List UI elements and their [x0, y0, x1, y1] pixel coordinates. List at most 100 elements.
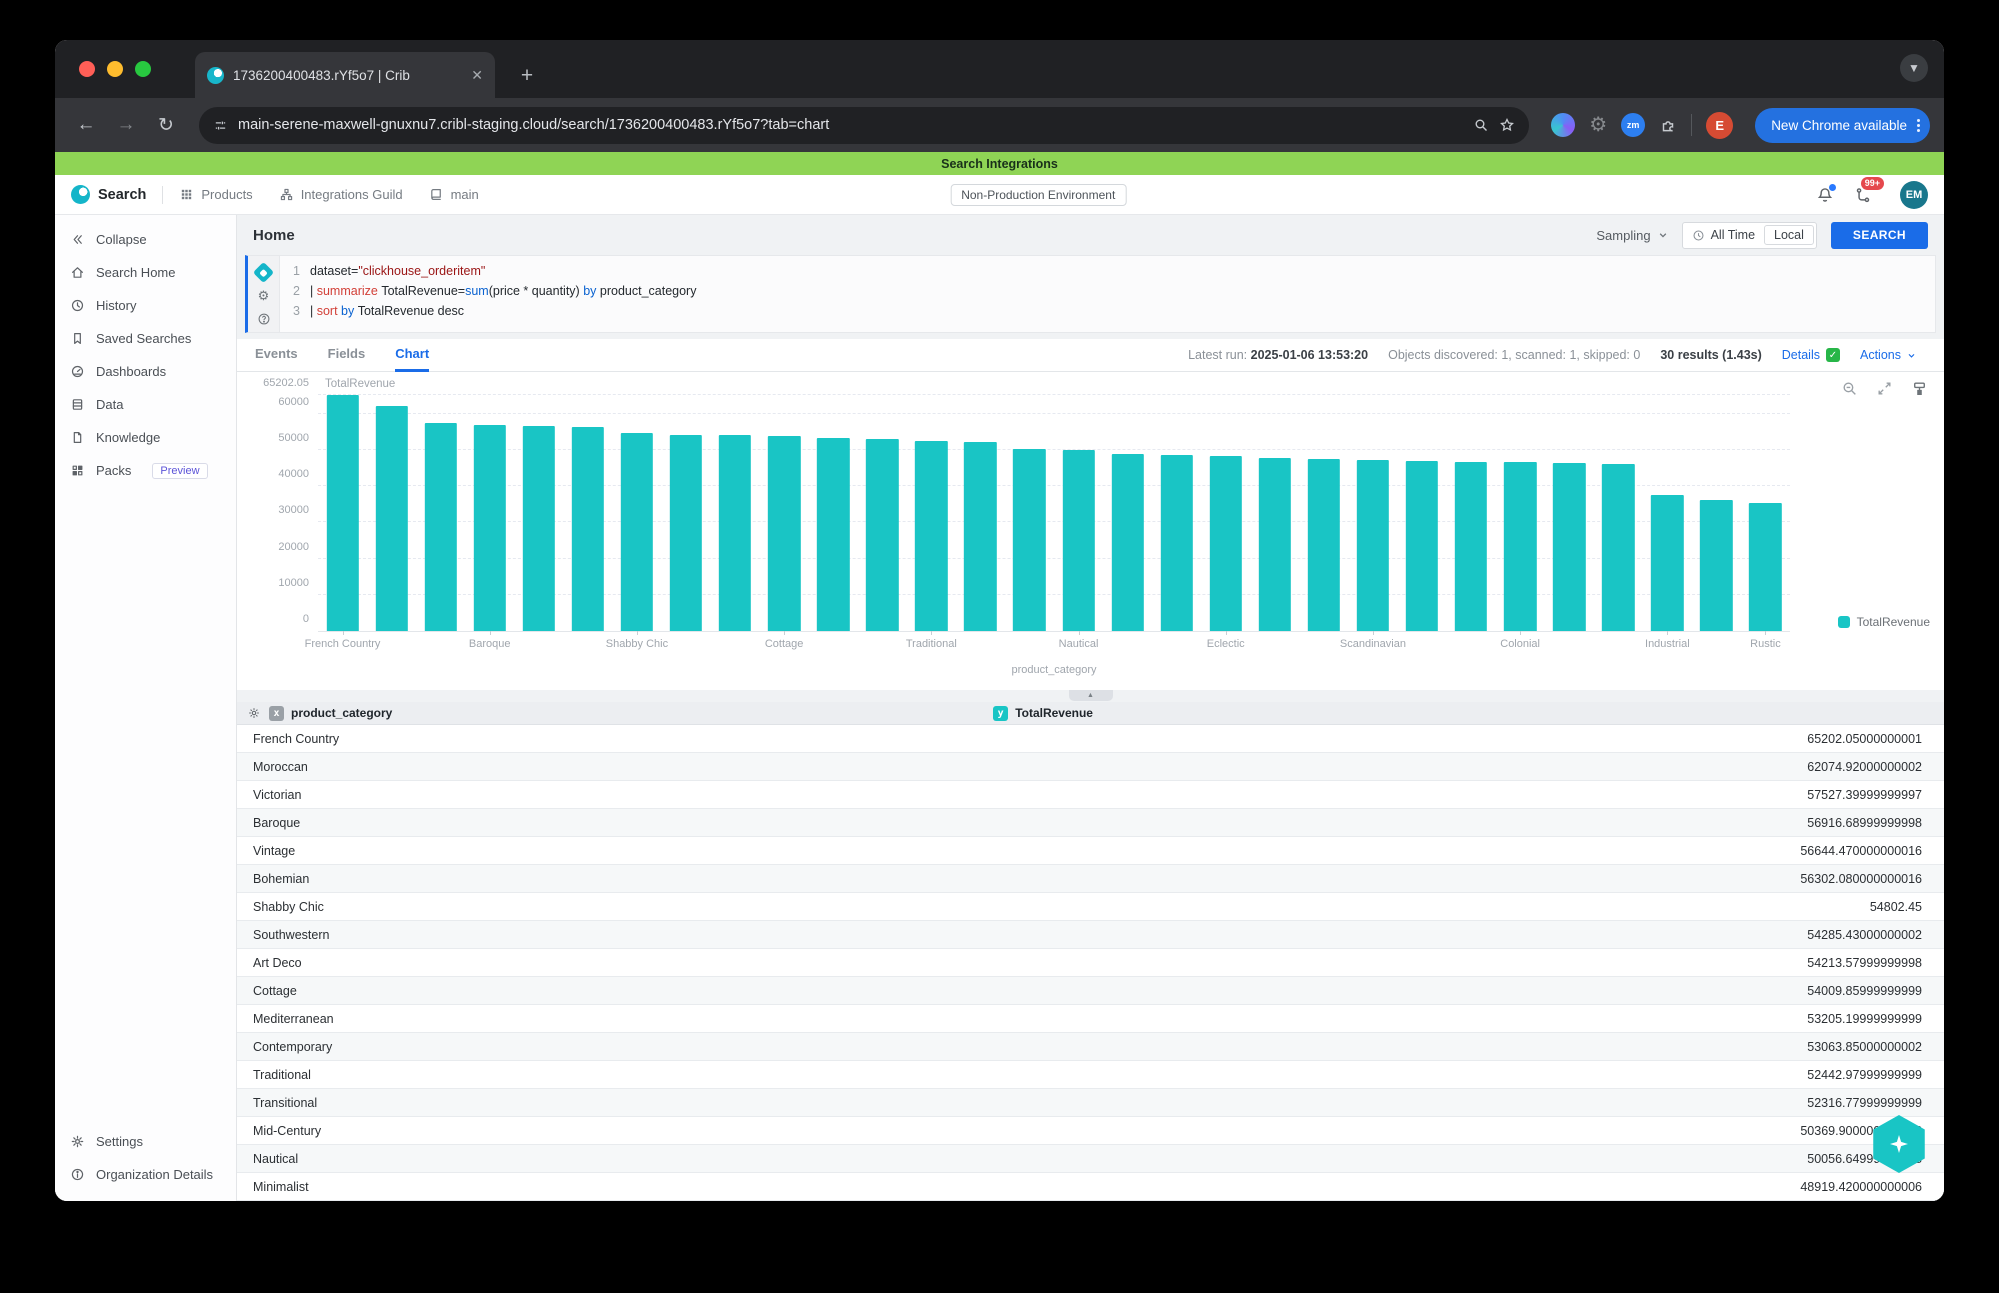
new-chrome-available-button[interactable]: New Chrome available [1755, 108, 1930, 143]
bar-shabby-chic[interactable] [621, 433, 653, 631]
sidebar-item-packs[interactable]: PacksPreview [55, 454, 236, 487]
bar-mediterranean[interactable] [817, 438, 849, 631]
bar-southwestern[interactable] [670, 435, 702, 631]
bar-category-26[interactable] [1553, 463, 1585, 631]
bar-art-deco[interactable] [719, 435, 751, 631]
sidebar-item-organization-details[interactable]: Organization Details [55, 1158, 236, 1191]
sidebar-item-history[interactable]: History [55, 289, 236, 322]
reload-button[interactable]: ↻ [149, 108, 183, 142]
code-line[interactable]: 3| sort by TotalRevenue desc [280, 301, 1935, 321]
bar-eclectic[interactable] [1210, 456, 1242, 631]
chrome-menu-kebab-icon[interactable] [1917, 119, 1920, 132]
table-row[interactable]: Traditional52442.97999999999 [237, 1061, 1944, 1089]
table-settings-gear-icon[interactable] [247, 706, 261, 720]
browser-profile-avatar[interactable]: E [1706, 112, 1733, 139]
table-row[interactable]: Mediterranean53205.19999999999 [237, 1005, 1944, 1033]
bar-transitional[interactable] [964, 442, 996, 631]
user-avatar[interactable]: EM [1900, 181, 1928, 209]
table-row[interactable]: Baroque56916.68999999998 [237, 809, 1944, 837]
minimize-window-button[interactable] [107, 61, 123, 77]
bar-industrial[interactable] [1651, 495, 1683, 631]
table-row[interactable]: Southwestern54285.43000000002 [237, 921, 1944, 949]
bar-victorian[interactable] [424, 423, 456, 631]
sidebar-item-dashboards[interactable]: Dashboards [55, 355, 236, 388]
address-bar[interactable]: main-serene-maxwell-gnuxnu7.cribl-stagin… [199, 107, 1529, 144]
site-settings-icon[interactable] [213, 118, 228, 133]
editor-help-icon[interactable] [257, 312, 271, 326]
sidebar-item-collapse[interactable]: Collapse [55, 223, 236, 256]
nav-item-products[interactable]: Products [179, 187, 252, 202]
sidebar-item-saved-searches[interactable]: Saved Searches [55, 322, 236, 355]
query-editor[interactable]: ⚙ 1dataset="clickhouse_orderitem"2| summ… [245, 255, 1936, 333]
bar-category-27[interactable] [1602, 464, 1634, 631]
sidebar-item-data[interactable]: Data [55, 388, 236, 421]
bar-nautical[interactable] [1062, 450, 1094, 631]
table-row[interactable]: Mid-Century50369.900000000016 [237, 1117, 1944, 1145]
table-row[interactable]: Art Deco54213.57999999998 [237, 949, 1944, 977]
table-row[interactable]: Victorian57527.39999999997 [237, 781, 1944, 809]
cribl-pipeline-icon[interactable] [253, 262, 274, 283]
bar-scandinavian[interactable] [1357, 460, 1389, 631]
tab-chart[interactable]: Chart [395, 339, 429, 372]
code-area[interactable]: 1dataset="clickhouse_orderitem"2| summar… [280, 256, 1935, 332]
timezone-selector[interactable]: Local [1764, 225, 1814, 245]
table-row[interactable]: French Country65202.05000000001 [237, 725, 1944, 753]
maximize-window-button[interactable] [135, 61, 151, 77]
sidebar-item-search-home[interactable]: Search Home [55, 256, 236, 289]
sidebar-item-settings[interactable]: Settings [55, 1125, 236, 1158]
bar-minimalist[interactable] [1111, 454, 1143, 631]
bar-vintage[interactable] [523, 426, 555, 631]
table-row[interactable]: Shabby Chic54802.45 [237, 893, 1944, 921]
url-text[interactable]: main-serene-maxwell-gnuxnu7.cribl-stagin… [238, 117, 1463, 133]
puzzle-extensions-icon[interactable] [1659, 116, 1677, 134]
bar-contemporary[interactable] [866, 439, 898, 631]
bar-traditional[interactable] [915, 441, 947, 631]
table-row[interactable]: Nautical50056.64999999998 [237, 1145, 1944, 1173]
table-row[interactable]: Vintage56644.470000000016 [237, 837, 1944, 865]
close-window-button[interactable] [79, 61, 95, 77]
bar-category-29[interactable] [1700, 500, 1732, 631]
bar-bohemian[interactable] [572, 427, 604, 631]
bar-mid-century[interactable] [1013, 449, 1045, 631]
bar-category-21[interactable] [1308, 459, 1340, 631]
table-row[interactable]: Contemporary53063.85000000002 [237, 1033, 1944, 1061]
expand-icon[interactable] [1876, 380, 1893, 397]
extension-gear-icon[interactable]: ⚙ [1589, 115, 1607, 135]
tab-events[interactable]: Events [255, 339, 298, 372]
chart-plot-area[interactable]: 010000200003000040000500006000065202.05F… [318, 395, 1790, 632]
bar-moroccan[interactable] [375, 406, 407, 631]
table-row[interactable]: Bohemian56302.080000000016 [237, 865, 1944, 893]
search-icon[interactable] [1473, 117, 1489, 133]
sampling-dropdown[interactable]: Sampling [1596, 228, 1667, 243]
bar-rustic[interactable] [1749, 503, 1781, 631]
table-row[interactable]: Cottage54009.85999999999 [237, 977, 1944, 1005]
bar-category-23[interactable] [1406, 461, 1438, 631]
nav-item-integrations-guild[interactable]: Integrations Guild [279, 187, 403, 202]
brush-icon[interactable] [1911, 380, 1928, 397]
bar-category-20[interactable] [1259, 458, 1291, 631]
browser-tab[interactable]: 1736200400483.rYf5o7 | Crib ✕ [195, 52, 495, 98]
chart-legend[interactable]: TotalRevenue [1838, 615, 1930, 629]
time-range-selector[interactable]: All Time [1692, 228, 1755, 242]
column-header-total-revenue[interactable]: y TotalRevenue [993, 706, 1093, 721]
commit-branch-icon[interactable]: 99+ [1854, 186, 1872, 204]
table-row[interactable]: Minimalist48919.420000000006 [237, 1173, 1944, 1201]
bar-category-24[interactable] [1455, 462, 1487, 631]
bar-french-country[interactable] [326, 395, 358, 631]
back-button[interactable]: ← [69, 108, 103, 142]
extension-zm-icon[interactable]: zm [1621, 113, 1645, 137]
editor-settings-gear-icon[interactable]: ⚙ [258, 288, 270, 304]
details-link[interactable]: Details ✓ [1782, 348, 1840, 362]
tab-close-icon[interactable]: ✕ [471, 67, 483, 84]
search-button[interactable]: SEARCH [1831, 222, 1928, 249]
tab-search-chevron-icon[interactable]: ▼ [1900, 54, 1928, 82]
collapse-chart-handle[interactable]: ▲ [1069, 690, 1113, 701]
code-line[interactable]: 2| summarize TotalRevenue=sum(price * qu… [280, 281, 1935, 301]
forward-button[interactable]: → [109, 108, 143, 142]
bar-category-18[interactable] [1160, 455, 1192, 631]
code-line[interactable]: 1dataset="clickhouse_orderitem" [280, 261, 1935, 281]
new-tab-button[interactable]: + [513, 64, 541, 88]
bar-baroque[interactable] [474, 425, 506, 631]
column-header-product-category[interactable]: x product_category [269, 706, 392, 721]
extension-icon[interactable] [1551, 113, 1575, 137]
